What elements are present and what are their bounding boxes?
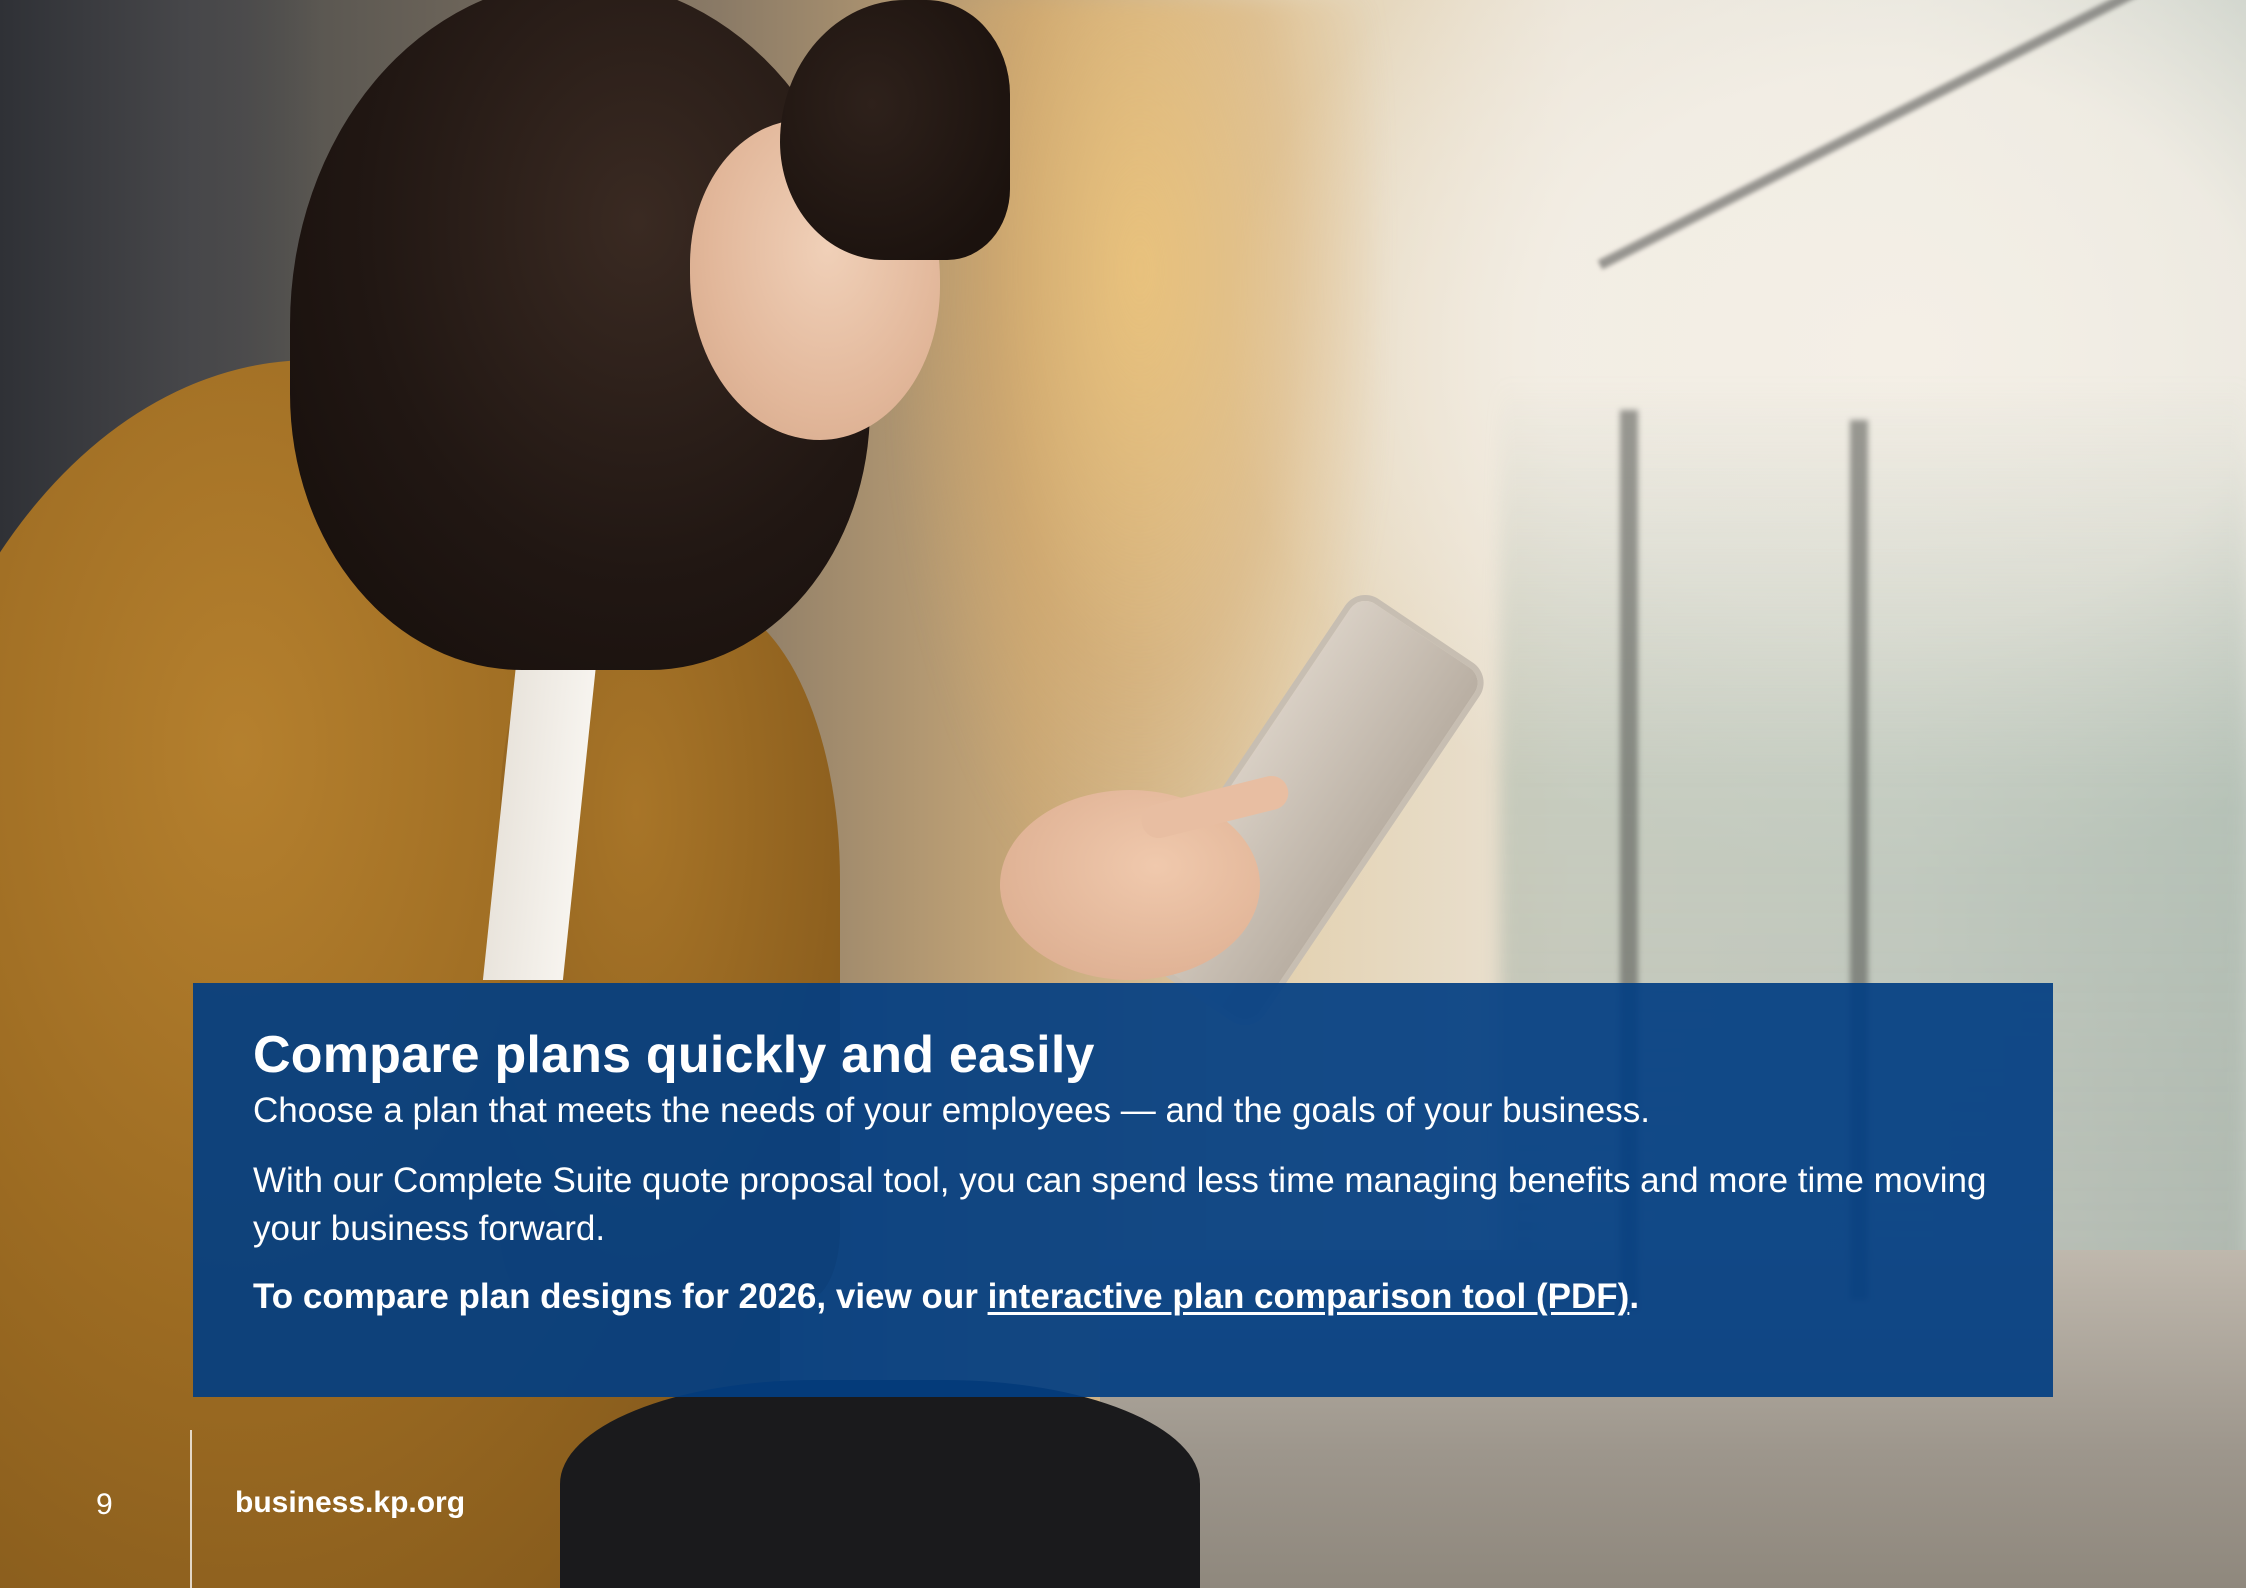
cta-suffix: . (1629, 1277, 1640, 1316)
page-number: 9 (96, 1488, 113, 1521)
plan-comparison-tool-link[interactable]: interactive plan comparison tool (PDF) (988, 1277, 1630, 1316)
cta-prefix: To compare plan designs for 2026, view o… (253, 1277, 988, 1316)
footer-website[interactable]: business.kp.org (235, 1485, 465, 1521)
card-call-to-action: To compare plan designs for 2026, view o… (253, 1275, 1993, 1319)
card-subtitle: Choose a plan that meets the needs of yo… (253, 1091, 1650, 1130)
footer-divider (190, 1430, 192, 1588)
photo-handrail (1597, 0, 2246, 270)
card-title: Compare plans quickly and easily (253, 1026, 1095, 1084)
card-body-text: With our Complete Suite quote proposal t… (253, 1161, 1987, 1248)
info-card: Compare plans quickly and easily Choose … (193, 983, 2053, 1397)
photo-person-hair-front (780, 0, 1010, 260)
photo-person-legs (560, 1380, 1200, 1588)
